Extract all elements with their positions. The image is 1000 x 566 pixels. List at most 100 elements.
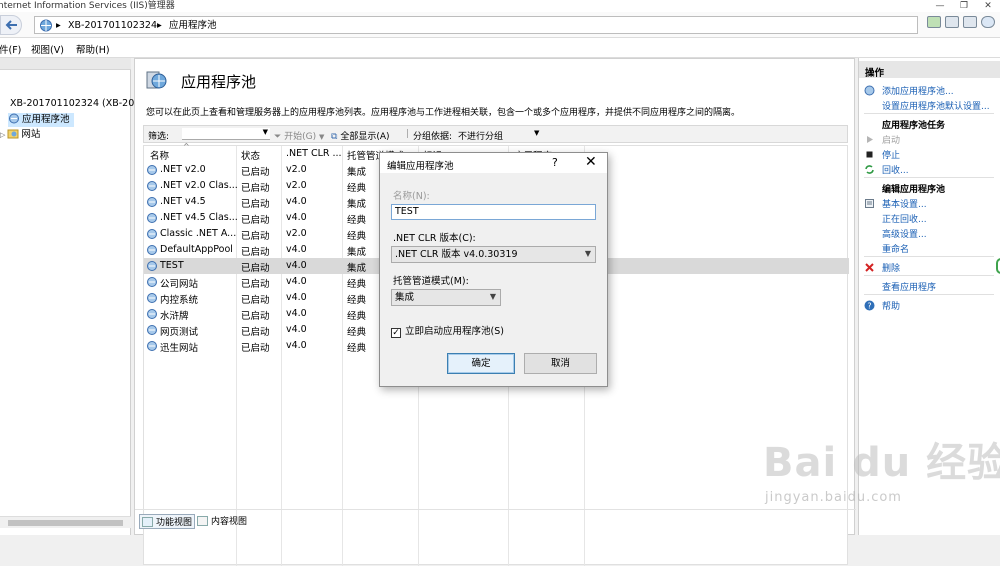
name-field[interactable]: TEST [391,204,596,220]
group-by-select[interactable]: 不进行分组 ▼ [458,129,539,142]
toolbar-icons [927,16,999,28]
app-pool-icon [147,197,157,207]
column-header-clr[interactable]: .NET CLR ... [286,148,342,159]
dialog-help-icon[interactable]: ? [552,156,558,169]
pool-tasks-heading: 应用程序池任务 [882,121,946,131]
actions-pane: 操作 添加应用程序池... 设置应用程序池默认设置... 应用程序池任务 启动 … [858,58,1000,535]
expand-icon[interactable]: ▷ [0,131,5,139]
stop-link[interactable]: 停止 [882,148,900,161]
chevron-down-icon: ▼ [489,292,496,301]
app-pool-icon [147,229,157,239]
close-window-icon[interactable]: ✕ [976,0,1000,12]
tree-item-app-pools[interactable]: 应用程序池 [8,113,74,127]
menu-view[interactable]: 视图(V) [31,42,64,56]
cell-clr: v2.0 [286,180,307,191]
clr-version-select[interactable]: .NET CLR 版本 v4.0.30319 ▼ [391,246,596,263]
recycling-link[interactable]: 正在回收... [882,212,927,225]
filter-input[interactable]: ▼ [182,128,270,140]
cell-clr: v4.0 [286,324,307,335]
horizontal-scrollbar[interactable] [0,516,131,528]
advanced-settings-link[interactable]: 高级设置... [882,227,927,240]
show-all-button[interactable]: ⧉ 全部显示(A) [331,129,390,142]
features-view-tab[interactable]: 功能视图 [139,514,196,529]
app-pool-icon [147,277,157,287]
edit-app-pool-dialog: 编辑应用程序池 ? ✕ 名称(N): TEST .NET CLR 版本(C): … [379,152,608,387]
dialog-close-icon[interactable]: ✕ [585,154,597,170]
app-pool-icon [147,165,157,175]
cell-pipeline: 经典 [347,311,367,322]
home-icon[interactable] [963,16,977,28]
breadcrumb-app-pools[interactable]: 应用程序池 [169,19,217,32]
start-icon [867,136,873,143]
cell-name: .NET v2.0 Clas... [160,180,238,191]
cell-status: 已启动 [241,343,270,354]
clr-version-label: .NET CLR 版本(C): [393,233,476,244]
menu-file[interactable]: 件(F) [0,42,21,56]
basic-settings-link[interactable]: 基本设置... [882,197,927,210]
cell-name: .NET v4.5 Clas... [160,212,238,223]
recycle-link[interactable]: 回收... [882,163,909,176]
features-view-icon [142,517,153,527]
app-pool-icon [147,245,157,255]
rename-link[interactable]: 重命名 [882,242,909,255]
start-link[interactable]: 启动 [882,133,900,146]
cell-status: 已启动 [241,311,270,322]
section-divider [864,113,994,114]
cell-pipeline: 集成 [347,263,367,274]
minimize-icon[interactable]: — [928,0,952,12]
back-arrow-icon [5,20,17,30]
content-view-tab[interactable]: 内容视图 [197,514,247,527]
app-pools-header-icon [146,71,167,89]
cell-status: 已启动 [241,215,270,226]
column-header-name[interactable]: 名称 [150,148,169,162]
refresh-icon[interactable] [927,16,941,28]
cell-name: 迅生网站 [160,343,199,354]
go-button[interactable]: ⏷ 开始(G) ▼ [274,129,324,142]
window-title: nternet Information Services (IIS)管理器 [0,1,175,11]
cell-clr: v2.0 [286,164,307,175]
floating-widget-icon[interactable] [996,258,1000,274]
chevron-down-icon[interactable]: ▼ [534,129,539,137]
tree-item-sites[interactable]: ▷ 网站 [0,128,40,142]
svg-text:?: ? [867,302,871,311]
add-pool-icon [864,85,875,96]
app-pool-icon [147,261,157,271]
breadcrumb-server[interactable]: XB-201701102324 [68,19,157,32]
cell-name: DefaultAppPool [160,244,233,255]
funnel-icon: ⏷ [274,132,282,142]
cell-name: 水浒牌 [160,311,189,322]
set-defaults-link[interactable]: 设置应用程序池默认设置... [882,99,990,112]
back-button[interactable] [0,15,22,35]
app-pool-icon [147,341,157,351]
autostart-checkbox[interactable]: ✓ [391,328,401,338]
help-circle-icon[interactable] [981,16,995,28]
help-icon: ? [864,300,875,311]
scrollbar-thumb[interactable] [8,520,123,526]
help-link[interactable]: 帮助 [882,299,900,312]
connections-header [0,58,131,70]
pipeline-mode-select[interactable]: 集成 ▼ [391,289,501,306]
section-divider [864,177,994,178]
column-header-status[interactable]: 状态 [241,148,260,162]
app-pool-icon [9,113,19,124]
add-app-pool-link[interactable]: 添加应用程序池... [882,84,954,97]
app-pool-icon [147,213,157,223]
section-divider [864,275,994,276]
section-divider [864,294,994,295]
cell-pipeline: 经典 [347,231,367,242]
cell-pipeline: 集成 [347,167,367,178]
remove-link[interactable]: 删除 [882,261,900,274]
breadcrumb[interactable]: ▸ XB-201701102324 ▸ 应用程序池 [34,16,918,34]
ok-button[interactable]: 确定 [447,353,515,374]
app-pool-icon [147,309,157,319]
dialog-title: 编辑应用程序池 [387,161,454,172]
menu-help[interactable]: 帮助(H) [76,42,110,56]
chevron-down-icon[interactable]: ▼ [263,128,268,136]
cancel-button[interactable]: 取消 [524,353,597,374]
view-applications-link[interactable]: 查看应用程序 [882,280,936,293]
tree-item-server[interactable]: XB-201701102324 (XB-201 [0,97,140,111]
stop-icon[interactable] [945,16,959,28]
restore-icon[interactable]: ❐ [952,0,976,12]
edit-pool-heading: 编辑应用程序池 [882,185,946,195]
autostart-option[interactable]: ✓ 立即启动应用程序池(S) [391,323,504,338]
